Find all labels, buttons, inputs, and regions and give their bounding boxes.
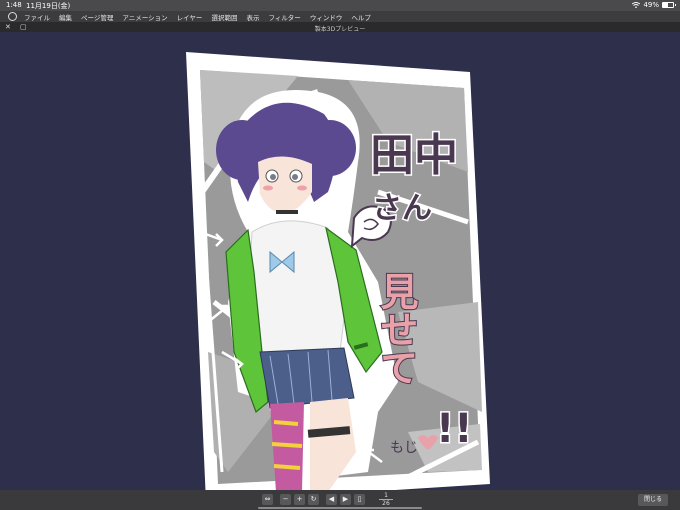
zoom-in-icon[interactable]: + xyxy=(294,494,305,505)
zoom-out-icon[interactable]: − xyxy=(280,494,291,505)
artwork-title-line-2: さん xyxy=(372,191,432,226)
bottom-toolbar: ⇔ − + ↻ ◀ ▶ ▯ 1 26 閉じる xyxy=(0,490,680,510)
fit-view-icon[interactable]: ⇔ xyxy=(262,494,273,505)
page-indicator: 1 26 xyxy=(376,492,396,507)
status-time: 1:48 xyxy=(6,1,22,9)
cover-illustration: 田中 さん 見せて !! もじ xyxy=(186,52,490,490)
page-spread-icon[interactable]: ▯ xyxy=(354,494,365,505)
status-date: 11月19日(金) xyxy=(26,2,71,10)
current-page: 1 xyxy=(384,492,388,499)
close-button[interactable]: 閉じる xyxy=(638,494,668,506)
artwork-title-line-4: !! xyxy=(436,406,472,452)
menu-selection[interactable]: 選択範囲 xyxy=(211,12,237,22)
menu-edit[interactable]: 編集 xyxy=(59,12,72,22)
total-pages: 26 xyxy=(382,500,390,507)
artwork-title-line-1: 田中 xyxy=(370,130,458,181)
next-page-icon[interactable]: ▶ xyxy=(340,494,351,505)
menu-layer[interactable]: レイヤー xyxy=(177,12,203,22)
battery-icon xyxy=(662,2,676,8)
menu-bar: ファイル 編集 ページ管理 アニメーション レイヤー 選択範囲 表示 フィルター… xyxy=(0,11,680,22)
book-page[interactable]: 田中 さん 見せて !! もじ xyxy=(178,52,496,490)
app-window: 1:48 11月19日(金) 49% ファイル 編集 ページ管理 アニメーション… xyxy=(0,0,680,510)
preview-viewport[interactable]: 田中 さん 見せて !! もじ xyxy=(0,32,680,490)
prev-page-icon[interactable]: ◀ xyxy=(326,494,337,505)
menu-view[interactable]: 表示 xyxy=(246,12,259,22)
status-right: 49% xyxy=(632,1,676,9)
app-logo-icon[interactable] xyxy=(8,12,17,21)
menu-page-management[interactable]: ページ管理 xyxy=(81,12,113,22)
menu-animation[interactable]: アニメーション xyxy=(122,12,167,22)
rotate-icon[interactable]: ↻ xyxy=(308,494,319,505)
menu-file[interactable]: ファイル xyxy=(24,12,50,22)
wifi-icon xyxy=(632,2,641,8)
artwork-title-line-3: 見せて xyxy=(374,272,418,386)
artwork-signature: もじ xyxy=(390,440,418,456)
battery-percent: 49% xyxy=(643,1,659,9)
menu-window[interactable]: ウィンドウ xyxy=(310,12,343,22)
home-indicator[interactable] xyxy=(258,507,422,509)
window-title-bar: ✕ ▢ 製本3Dプレビュー xyxy=(0,22,680,33)
status-bar: 1:48 11月19日(金) 49% xyxy=(0,0,680,11)
menu-filter[interactable]: フィルター xyxy=(268,12,300,22)
menu-help[interactable]: ヘルプ xyxy=(351,12,371,22)
